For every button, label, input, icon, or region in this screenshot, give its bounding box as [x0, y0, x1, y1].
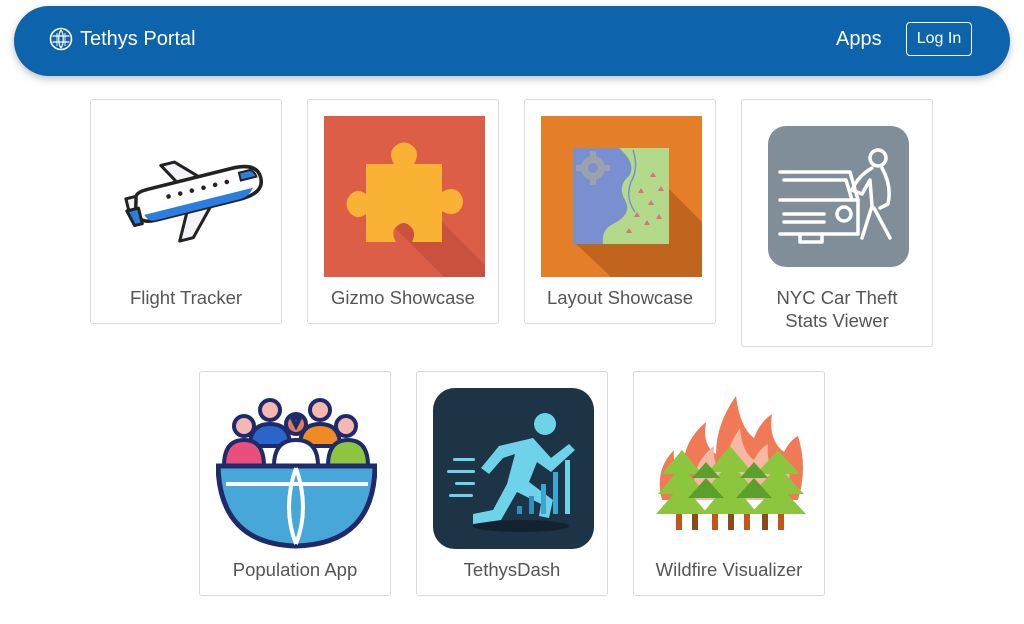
brand-link[interactable]: Tethys Portal — [49, 27, 196, 51]
app-tile-layout-showcase[interactable]: Layout Showcase — [524, 99, 716, 324]
app-tile-tethysdash[interactable]: TethysDash — [416, 371, 608, 596]
app-name: NYC Car Theft Stats Viewer — [776, 287, 898, 331]
app-tile-gizmo-showcase[interactable]: Gizmo Showcase — [307, 99, 499, 324]
top-navbar: Tethys Portal Apps Log In — [14, 6, 1010, 76]
login-button[interactable]: Log In — [906, 22, 972, 56]
app-tile-flight-tracker[interactable]: Flight Tracker — [90, 99, 282, 324]
app-name: Flight Tracker — [129, 287, 243, 308]
apps-nav-link[interactable]: Apps — [836, 28, 882, 51]
app-name: TethysDash — [463, 559, 561, 580]
app-name: Gizmo Showcase — [331, 287, 475, 308]
brand-title: Tethys Portal — [80, 27, 196, 50]
runner-icon — [433, 388, 594, 549]
car-theft-icon — [758, 116, 919, 277]
app-name: Layout Showcase — [546, 287, 694, 308]
app-tile-population-app[interactable]: Population App — [199, 371, 391, 596]
population-globe-icon — [216, 388, 377, 549]
forest-fire-icon — [650, 388, 811, 549]
app-name: Population App — [232, 559, 358, 580]
tethys-logo-icon — [49, 27, 73, 51]
app-name: Wildfire Visualizer — [655, 559, 803, 580]
airplane-icon — [107, 116, 268, 277]
app-tile-wildfire-visualizer[interactable]: Wildfire Visualizer — [633, 371, 825, 596]
map-gear-icon — [541, 116, 702, 277]
puzzle-piece-icon — [324, 116, 485, 277]
app-tile-nyc-car-theft[interactable]: NYC Car Theft Stats Viewer — [741, 99, 933, 347]
